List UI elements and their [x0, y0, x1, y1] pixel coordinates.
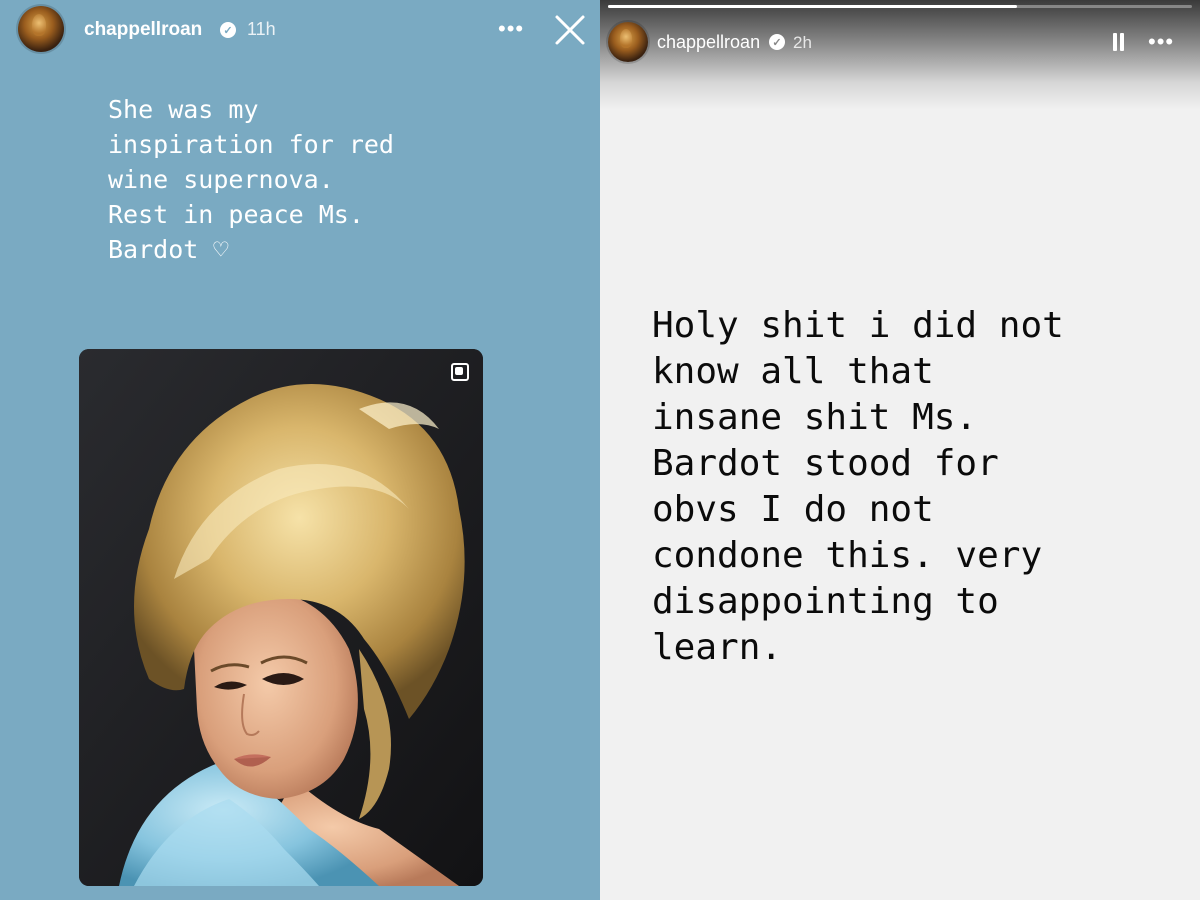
verified-badge-icon: ✓ — [220, 22, 236, 38]
shared-photo[interactable] — [79, 349, 483, 886]
pause-icon[interactable] — [1112, 33, 1126, 51]
username[interactable]: chappellroan — [657, 32, 760, 53]
story-right[interactable]: chappellroan ✓ 2h ••• Holy shit i did no… — [600, 0, 1200, 900]
username[interactable]: chappellroan — [84, 19, 202, 41]
gallery-icon — [451, 363, 469, 381]
story-timestamp: 2h — [793, 33, 812, 52]
verified-badge-icon: ✓ — [769, 34, 785, 50]
story-left[interactable]: chappellroan ✓ 11h ••• She was my inspir… — [0, 0, 600, 900]
close-icon[interactable] — [554, 14, 586, 46]
story-caption: Holy shit i did not know all that insane… — [652, 305, 1064, 668]
story-timestamp: 11h — [247, 19, 276, 39]
story-header: chappellroan ✓ 11h ••• — [0, 0, 600, 64]
story-caption: She was my inspiration for red wine supe… — [108, 95, 394, 264]
avatar[interactable] — [18, 6, 64, 52]
more-options-icon[interactable]: ••• — [498, 18, 524, 40]
avatar[interactable] — [608, 22, 648, 62]
portrait-image — [79, 349, 483, 886]
story-header: chappellroan ✓ 2h ••• — [600, 0, 1200, 64]
more-options-icon[interactable]: ••• — [1148, 31, 1174, 53]
